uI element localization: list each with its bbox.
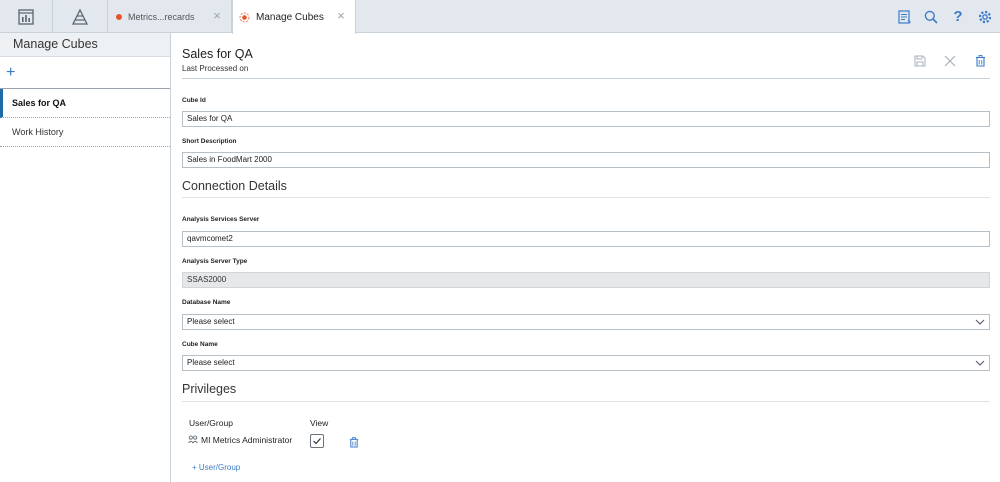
- short-description-field[interactable]: Sales in FoodMart 2000: [182, 152, 990, 168]
- section-divider: [182, 197, 990, 198]
- view-checkbox[interactable]: [310, 434, 324, 448]
- help-icon[interactable]: ?: [951, 9, 965, 24]
- tab-dot-icon: [116, 13, 122, 20]
- close-icon[interactable]: ×: [334, 9, 348, 23]
- analysis-server-field[interactable]: qavmcomet2: [182, 231, 990, 247]
- dashboard-icon[interactable]: [0, 0, 53, 33]
- sidebar-item-sales-for-qa[interactable]: Sales for QA: [0, 89, 170, 118]
- save-icon[interactable]: [914, 55, 926, 67]
- header-divider: [182, 78, 990, 79]
- search-icon[interactable]: [924, 10, 938, 24]
- page-title: Sales for QA: [182, 47, 253, 61]
- main-panel: Sales for QA Last Processed on Cube Id S…: [172, 33, 1000, 482]
- sidebar-title: Manage Cubes: [0, 33, 170, 57]
- view-column-header: View: [310, 418, 329, 428]
- privileges-heading: Privileges: [182, 382, 237, 396]
- cube-name-value: Please select: [187, 358, 235, 367]
- remove-privilege-button[interactable]: [349, 435, 359, 453]
- database-name-select[interactable]: Please select: [182, 314, 990, 330]
- add-user-group-link[interactable]: + User/Group: [192, 463, 240, 472]
- checkmark-icon: [313, 438, 321, 445]
- sidebar: Manage Cubes + Sales for QA Work History: [0, 33, 171, 482]
- chevron-down-icon: [975, 319, 985, 325]
- tab-manage-cubes[interactable]: Manage Cubes ×: [232, 0, 356, 34]
- connection-details-heading: Connection Details: [182, 179, 287, 193]
- privilege-user-name: MI Metrics Administrator: [201, 435, 293, 445]
- trash-icon: [349, 437, 359, 448]
- server-type-label: Analysis Server Type: [182, 258, 248, 265]
- user-group-column-header: User/Group: [189, 418, 233, 428]
- database-name-value: Please select: [187, 317, 235, 326]
- report-icon[interactable]: [897, 9, 911, 24]
- tab-metrics-scorecards[interactable]: Metrics...recards ×: [108, 0, 232, 33]
- analysis-server-label: Analysis Services Server: [182, 216, 260, 223]
- close-icon[interactable]: ×: [210, 9, 224, 23]
- privilege-row: MI Metrics Administrator: [188, 435, 292, 445]
- user-group-icon: [188, 435, 198, 444]
- short-description-label: Short Description: [182, 138, 237, 145]
- cube-tab-icon: [239, 12, 250, 22]
- sidebar-item-work-history[interactable]: Work History: [0, 118, 170, 147]
- settings-icon[interactable]: [978, 10, 992, 24]
- pyramid-icon[interactable]: [53, 0, 108, 33]
- tab-label: Manage Cubes: [256, 11, 324, 23]
- tab-label: Metrics...recards: [128, 11, 195, 22]
- cancel-icon[interactable]: [944, 55, 956, 67]
- chevron-down-icon: [975, 360, 985, 366]
- server-type-field: SSAS2000: [182, 272, 990, 288]
- page-subtitle: Last Processed on: [182, 64, 249, 73]
- cube-id-label: Cube Id: [182, 97, 206, 104]
- top-bar: Metrics...recards × Manage Cubes × ?: [0, 0, 1000, 34]
- section-divider: [182, 401, 990, 402]
- cube-name-label: Cube Name: [182, 341, 218, 348]
- cube-id-field[interactable]: Sales for QA: [182, 111, 990, 127]
- add-cube-button[interactable]: +: [6, 64, 15, 81]
- database-name-label: Database Name: [182, 299, 231, 306]
- cube-name-select[interactable]: Please select: [182, 355, 990, 371]
- delete-icon[interactable]: [974, 55, 986, 67]
